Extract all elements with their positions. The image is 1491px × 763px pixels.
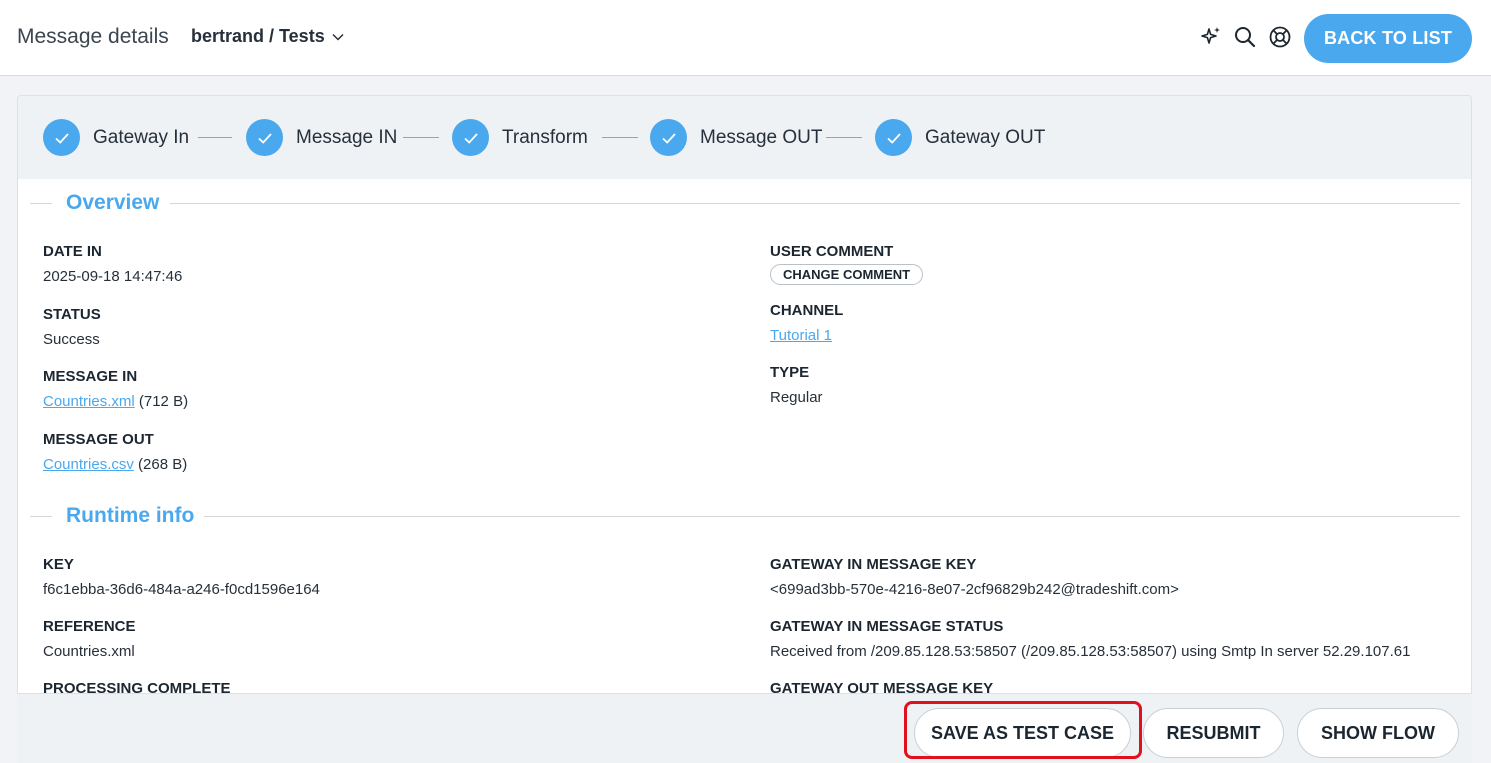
field-label: DATE IN: [43, 243, 102, 260]
field-value: 2025-09-18 14:47:46: [43, 268, 183, 285]
back-to-list-button[interactable]: BACK TO LIST: [1304, 14, 1472, 63]
file-size: (712 B): [138, 393, 189, 410]
action-footer: SAVE AS TEST CASE RESUBMIT SHOW FLOW: [17, 693, 1472, 763]
step-transform: Transform: [452, 119, 588, 156]
step-gateway-out: Gateway OUT: [875, 119, 1045, 156]
field-label: STATUS: [43, 306, 101, 323]
field-value: f6c1ebba-36d6-484a-a246-f0cd1596e164: [43, 581, 320, 598]
field-value: Received from /209.85.128.53:58507 (/209…: [770, 643, 1411, 660]
field-value: Countries.csv (268 B): [43, 456, 187, 473]
field-label: TYPE: [770, 364, 810, 381]
field-label: MESSAGE OUT: [43, 431, 154, 448]
field-value: Regular: [770, 389, 823, 406]
step-connector: [826, 137, 862, 138]
check-icon: [452, 119, 489, 156]
step-message-out: Message OUT: [650, 119, 822, 156]
step-message-in: Message IN: [246, 119, 397, 156]
field-label: GATEWAY IN MESSAGE KEY: [770, 556, 977, 573]
divider: [30, 516, 52, 517]
key-field: KEY f6c1ebba-36d6-484a-a246-f0cd1596e164: [43, 556, 320, 598]
help-lifebuoy-icon[interactable]: [1265, 22, 1295, 52]
reference-field: REFERENCE Countries.xml: [43, 618, 136, 660]
check-icon: [246, 119, 283, 156]
status-field: STATUS Success: [43, 306, 101, 348]
page-title: Message details: [17, 25, 169, 48]
step-label: Message OUT: [700, 126, 823, 148]
change-comment-button[interactable]: CHANGE COMMENT: [770, 264, 924, 285]
check-icon: [650, 119, 687, 156]
runtime-section-header: Runtime info: [30, 504, 1460, 528]
sparkle-icon[interactable]: [1196, 22, 1226, 52]
date-in-field: DATE IN 2025-09-18 14:47:46: [43, 243, 182, 285]
step-gateway-in: Gateway In: [43, 119, 189, 156]
channel-link[interactable]: Tutorial 1: [770, 327, 832, 344]
breadcrumb-label: bertrand / Tests: [191, 26, 325, 46]
overview-title: Overview: [66, 191, 160, 215]
message-in-file-link[interactable]: Countries.xml: [43, 393, 135, 410]
message-out-file-link[interactable]: Countries.csv: [43, 456, 134, 473]
runtime-title: Runtime info: [66, 504, 195, 528]
message-in-field: MESSAGE IN Countries.xml (712 B): [43, 368, 188, 410]
field-label: KEY: [43, 556, 74, 573]
resubmit-button[interactable]: RESUBMIT: [1143, 708, 1284, 758]
message-details-card: Gateway In Message IN Transform Message …: [17, 95, 1472, 763]
overview-section-header: Overview: [30, 191, 1460, 215]
highlight-box: [904, 701, 1142, 759]
field-value: Countries.xml (712 B): [43, 393, 188, 410]
step-label: Gateway In: [93, 126, 190, 148]
check-icon: [875, 119, 912, 156]
field-label: REFERENCE: [43, 618, 136, 635]
field-value: Countries.xml: [43, 643, 135, 660]
step-connector: [198, 137, 232, 138]
field-label: GATEWAY IN MESSAGE STATUS: [770, 618, 1004, 635]
field-label: MESSAGE IN: [43, 368, 138, 385]
divider: [204, 516, 1460, 517]
gateway-in-key-field: GATEWAY IN MESSAGE KEY <699ad3bb-570e-42…: [770, 556, 1179, 598]
chevron-down-icon: [332, 33, 344, 41]
search-icon[interactable]: [1230, 22, 1260, 52]
field-value: Success: [43, 331, 100, 348]
top-bar: Message details bertrand / Tests BACK TO…: [0, 0, 1491, 76]
type-field: TYPE Regular: [770, 364, 823, 406]
step-label: Transform: [502, 126, 588, 148]
step-connector: [602, 137, 638, 138]
step-connector: [403, 137, 439, 138]
flow-stepper: Gateway In Message IN Transform Message …: [18, 96, 1471, 179]
divider: [30, 203, 52, 204]
gateway-in-status-field: GATEWAY IN MESSAGE STATUS Received from …: [770, 618, 1410, 660]
field-label: CHANNEL: [770, 302, 844, 319]
user-comment-field: USER COMMENT CHANGE COMMENT: [770, 243, 924, 285]
step-label: Message IN: [296, 126, 398, 148]
divider: [170, 203, 1460, 204]
project-breadcrumb[interactable]: bertrand / Tests: [191, 26, 345, 47]
field-value: <699ad3bb-570e-4216-8e07-2cf96829b242@tr…: [770, 581, 1179, 598]
channel-field: CHANNEL Tutorial 1: [770, 302, 843, 344]
field-label: USER COMMENT: [770, 243, 894, 260]
show-flow-button[interactable]: SHOW FLOW: [1297, 708, 1459, 758]
step-label: Gateway OUT: [925, 126, 1046, 148]
message-out-field: MESSAGE OUT Countries.csv (268 B): [43, 431, 187, 473]
check-icon: [43, 119, 80, 156]
file-size: (268 B): [138, 456, 188, 473]
